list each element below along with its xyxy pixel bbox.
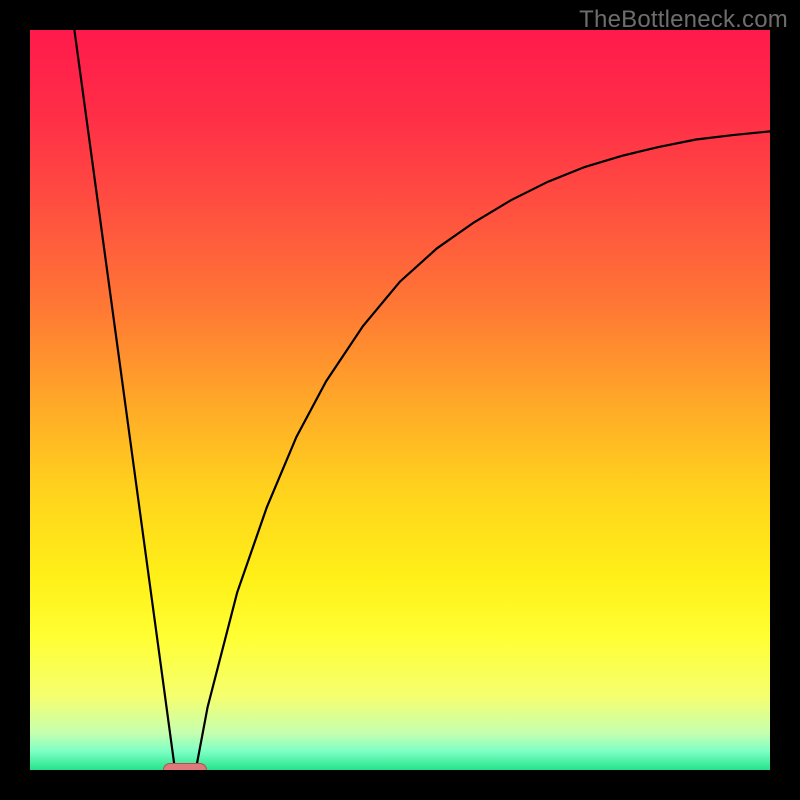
bottleneck-curve bbox=[30, 30, 770, 770]
plot-area bbox=[30, 30, 770, 770]
chart-frame: TheBottleneck.com bbox=[0, 0, 800, 800]
curve-left-branch bbox=[74, 30, 175, 770]
minimum-marker bbox=[163, 763, 207, 770]
curve-right-branch bbox=[196, 131, 770, 770]
watermark-text: TheBottleneck.com bbox=[579, 6, 788, 34]
